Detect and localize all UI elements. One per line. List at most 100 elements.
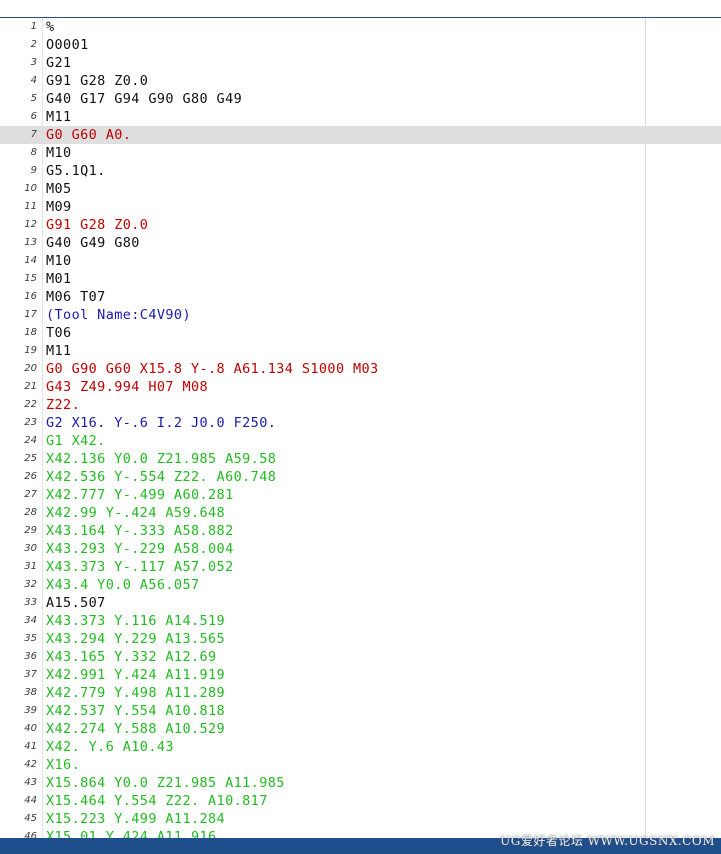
code-text[interactable]: M09 (46, 198, 72, 216)
code-text[interactable]: G40 G17 G94 G90 G80 G49 (46, 90, 242, 108)
code-text[interactable]: M10 (46, 252, 72, 270)
code-line[interactable]: 41 X42. Y.6 A10.43 (0, 738, 721, 756)
code-line[interactable]: 17 (Tool Name:C4V90) (0, 306, 721, 324)
code-line[interactable]: 15 M01 (0, 270, 721, 288)
code-text[interactable]: G0 G60 A0. (46, 126, 131, 144)
code-text[interactable]: G91 G28 Z0.0 (46, 72, 148, 90)
code-line[interactable]: 34 X43.373 Y.116 A14.519 (0, 612, 721, 630)
current-code-line[interactable]: 7 G0 G60 A0. (0, 126, 721, 144)
code-line[interactable]: 10 M05 (0, 180, 721, 198)
code-line[interactable]: 3 G21 (0, 54, 721, 72)
code-text[interactable]: T06 (46, 324, 72, 342)
code-line[interactable]: 30 X43.293 Y-.229 A58.004 (0, 540, 721, 558)
code-text[interactable]: G91 G28 Z0.0 (46, 216, 148, 234)
code-text[interactable]: X42.537 Y.554 A10.818 (46, 702, 225, 720)
code-text[interactable]: G40 G49 G80 (46, 234, 140, 252)
code-line[interactable]: 9 G5.1Q1. (0, 162, 721, 180)
code-line[interactable]: 25 X42.136 Y0.0 Z21.985 A59.58 (0, 450, 721, 468)
code-text[interactable]: M11 (46, 108, 72, 126)
code-text[interactable]: X42.777 Y-.499 A60.281 (46, 486, 234, 504)
code-line[interactable]: 19 M11 (0, 342, 721, 360)
code-line[interactable]: 40 X42.274 Y.588 A10.529 (0, 720, 721, 738)
line-number: 31 (24, 561, 37, 572)
code-text[interactable]: G0 G90 G60 X15.8 Y-.8 A61.134 S1000 M03 (46, 360, 379, 378)
code-text[interactable]: X15.464 Y.554 Z22. A10.817 (46, 792, 268, 810)
code-line[interactable]: 28 X42.99 Y-.424 A59.648 (0, 504, 721, 522)
code-text[interactable]: G2 X16. Y-.6 I.2 J0.0 F250. (46, 414, 276, 432)
code-text[interactable]: A15.507 (46, 594, 106, 612)
code-line[interactable]: 21 G43 Z49.994 H07 M08 (0, 378, 721, 396)
code-text[interactable]: X15.223 Y.499 A11.284 (46, 810, 225, 828)
code-text[interactable]: (Tool Name:C4V90) (46, 306, 191, 324)
code-text[interactable]: O0001 (46, 36, 89, 54)
code-text[interactable]: M11 (46, 342, 72, 360)
code-line[interactable]: 16 M06 T07 (0, 288, 721, 306)
code-text[interactable]: X15.01 Y.424 A11.916 (46, 828, 217, 838)
line-number: 16 (24, 291, 37, 302)
code-text[interactable]: M01 (46, 270, 72, 288)
code-text[interactable]: X43.4 Y0.0 A56.057 (46, 576, 200, 594)
code-line[interactable]: 43 X15.864 Y0.0 Z21.985 A11.985 (0, 774, 721, 792)
code-line[interactable]: 37 X42.991 Y.424 A11.919 (0, 666, 721, 684)
code-text[interactable]: X42.136 Y0.0 Z21.985 A59.58 (46, 450, 276, 468)
code-text[interactable]: X43.294 Y.229 A13.565 (46, 630, 225, 648)
code-text[interactable]: G43 Z49.994 H07 M08 (46, 378, 208, 396)
code-line[interactable]: 36 X43.165 Y.332 A12.69 (0, 648, 721, 666)
code-line[interactable]: 32 X43.4 Y0.0 A56.057 (0, 576, 721, 594)
code-text[interactable]: X16. (46, 756, 80, 774)
line-number: 3 (30, 57, 37, 68)
code-text[interactable]: X42.274 Y.588 A10.529 (46, 720, 225, 738)
code-line[interactable]: 27 X42.777 Y-.499 A60.281 (0, 486, 721, 504)
code-line[interactable]: 22 Z22. (0, 396, 721, 414)
code-line[interactable]: 5 G40 G17 G94 G90 G80 G49 (0, 90, 721, 108)
code-text[interactable]: G1 X42. (46, 432, 106, 450)
code-line[interactable]: 20 G0 G90 G60 X15.8 Y-.8 A61.134 S1000 M0… (0, 360, 721, 378)
code-text[interactable]: X15.864 Y0.0 Z21.985 A11.985 (46, 774, 285, 792)
code-line[interactable]: 24 G1 X42. (0, 432, 721, 450)
code-text[interactable]: G21 (46, 54, 72, 72)
code-text[interactable]: % (46, 18, 55, 36)
code-line[interactable]: 45 X15.223 Y.499 A11.284 (0, 810, 721, 828)
code-line[interactable]: 4 G91 G28 Z0.0 (0, 72, 721, 90)
code-line[interactable]: 29 X43.164 Y-.333 A58.882 (0, 522, 721, 540)
code-text[interactable]: X42.99 Y-.424 A59.648 (46, 504, 225, 522)
code-line[interactable]: 33 A15.507 (0, 594, 721, 612)
code-editor[interactable]: 1% 2 O0001 3 G21 4 G91 G28 Z0.0 5 G40 G17 G94 G9… (0, 16, 721, 838)
code-line[interactable]: 18 T06 (0, 324, 721, 342)
code-text[interactable]: X42.991 Y.424 A11.919 (46, 666, 225, 684)
code-text[interactable]: M05 (46, 180, 72, 198)
code-text[interactable]: M10 (46, 144, 72, 162)
code-line[interactable]: 12 G91 G28 Z0.0 (0, 216, 721, 234)
code-line[interactable]: 11 M09 (0, 198, 721, 216)
code-text[interactable]: X43.293 Y-.229 A58.004 (46, 540, 234, 558)
code-line[interactable]: 31 X43.373 Y-.117 A57.052 (0, 558, 721, 576)
code-line[interactable]: 44 X15.464 Y.554 Z22. A10.817 (0, 792, 721, 810)
code-text[interactable]: G5.1Q1. (46, 162, 106, 180)
code-text[interactable]: M06 T07 (46, 288, 106, 306)
code-line[interactable]: 6 M11 (0, 108, 721, 126)
code-line[interactable]: 26 X42.536 Y-.554 Z22. A60.748 (0, 468, 721, 486)
code-text[interactable]: X42. Y.6 A10.43 (46, 738, 174, 756)
code-text[interactable]: X43.373 Y-.117 A57.052 (46, 558, 234, 576)
code-line[interactable]: 39 X42.537 Y.554 A10.818 (0, 702, 721, 720)
code-line[interactable]: 8 M10 (0, 144, 721, 162)
line-number: 1 (30, 21, 37, 32)
line-number: 25 (24, 453, 37, 464)
code-text[interactable]: X43.373 Y.116 A14.519 (46, 612, 225, 630)
code-line[interactable]: 38 X42.779 Y.498 A11.289 (0, 684, 721, 702)
code-text[interactable]: Z22. (46, 396, 80, 414)
code-text[interactable]: X42.536 Y-.554 Z22. A60.748 (46, 468, 276, 486)
code-text[interactable]: X43.164 Y-.333 A58.882 (46, 522, 234, 540)
line-number: 9 (30, 165, 37, 176)
line-number: 33 (24, 597, 37, 608)
code-line[interactable]: 1% (0, 18, 721, 36)
code-text[interactable]: X42.779 Y.498 A11.289 (46, 684, 225, 702)
code-line[interactable]: 35 X43.294 Y.229 A13.565 (0, 630, 721, 648)
code-line[interactable]: 42 X16. (0, 756, 721, 774)
code-line[interactable]: 2 O0001 (0, 36, 721, 54)
code-line[interactable]: 13 G40 G49 G80 (0, 234, 721, 252)
line-number: 17 (24, 309, 37, 320)
code-text[interactable]: X43.165 Y.332 A12.69 (46, 648, 217, 666)
code-line[interactable]: 23 G2 X16. Y-.6 I.2 J0.0 F250. (0, 414, 721, 432)
code-line[interactable]: 14 M10 (0, 252, 721, 270)
